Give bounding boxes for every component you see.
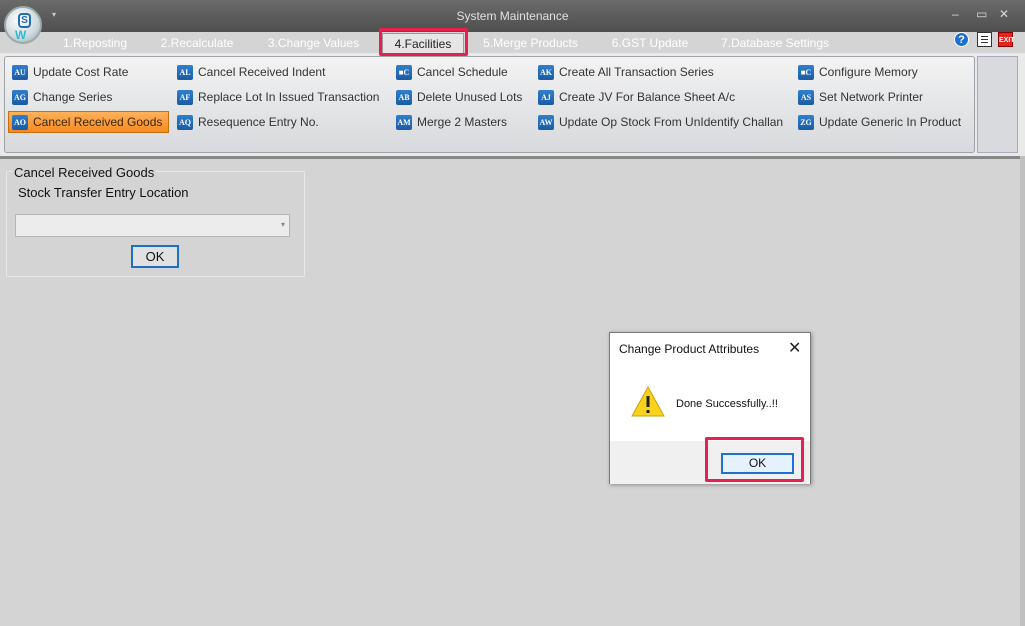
minimize-button[interactable]: – [952,7,959,21]
help-icon[interactable]: ? [954,32,969,47]
warning-icon [631,385,665,417]
stock-transfer-location-select[interactable]: ▾ [15,214,290,237]
replace-lot-icon: AF [177,89,193,105]
ribbon-divider [0,156,1025,159]
cancel-received-goods-icon: AO [12,114,28,130]
chevron-down-icon[interactable]: ▾ [281,220,285,229]
ribbon-item-label: Create All Transaction Series [559,65,714,79]
ribbon-item-label: Update Op Stock From UnIdentify Challan [559,115,784,129]
ribbon-item-label: Create JV For Balance Sheet A/c [559,90,736,104]
maximize-button[interactable]: ▭ [976,7,987,21]
ribbon-side-panel [977,56,1018,153]
tab-database-settings[interactable]: 7.Database Settings [713,33,837,53]
ribbon-item-label: Set Network Printer [819,90,924,104]
ribbon-item-configure-memory[interactable]: ■C Configure Memory [798,63,918,81]
ribbon-item-resequence-entry[interactable]: AQ Resequence Entry No. [177,113,319,131]
tab-reposting[interactable]: 1.Reposting [55,33,135,53]
ribbon-item-label: Delete Unused Lots [417,90,523,104]
ribbon-item-merge-2-masters[interactable]: AM Merge 2 Masters [396,113,507,131]
update-cost-rate-icon: AU [12,64,28,80]
dialog-ok-button[interactable]: OK [721,453,794,474]
dialog-close-button[interactable]: ✕ [788,338,801,358]
merge-masters-icon: AM [396,114,412,130]
panel-ok-button[interactable]: OK [131,245,179,268]
notes-icon[interactable] [977,32,992,47]
ribbon-item-create-jv[interactable]: AJ Create JV For Balance Sheet A/c [538,88,735,106]
delete-unused-lots-icon: AB [396,89,412,105]
network-printer-icon: AS [798,89,814,105]
create-transaction-series-icon: AK [538,64,554,80]
message-dialog: Change Product Attributes ✕ Done Success… [609,332,811,484]
ribbon-item-cancel-received-indent[interactable]: AL Cancel Received Indent [177,63,325,81]
resequence-entry-icon: AQ [177,114,193,130]
ribbon-item-update-cost-rate[interactable]: AU Update Cost Rate [12,63,128,81]
ribbon-item-set-network-printer[interactable]: AS Set Network Printer [798,88,923,106]
ribbon-item-change-series[interactable]: AG Change Series [12,88,112,106]
dialog-title: Change Product Attributes [619,342,760,356]
ribbon-item-label: Merge 2 Masters [417,115,508,129]
ribbon-item-create-all-transaction-series[interactable]: AK Create All Transaction Series [538,63,714,81]
ribbon-item-update-generic[interactable]: ZG Update Generic In Product [798,113,961,131]
cancel-received-indent-icon: AL [177,64,193,80]
ribbon-item-label: Cancel Received Goods [33,115,163,129]
configure-memory-icon: ■C [798,64,814,80]
dialog-message: Done Successfully..!! [676,398,778,410]
ribbon-item-cancel-received-goods[interactable]: AO Cancel Received Goods [8,111,170,133]
ribbon-item-label: Update Generic In Product [819,115,962,129]
ribbon-item-label: Cancel Schedule [417,65,508,79]
update-generic-icon: ZG [798,114,814,130]
ribbon-item-cancel-schedule[interactable]: ■C Cancel Schedule [396,63,508,81]
right-edge [1020,156,1025,626]
close-window-button[interactable]: ✕ [999,7,1009,21]
title-bar: System Maintenance ▾ – ▭ ✕ [0,0,1025,32]
tab-merge-products[interactable]: 5.Merge Products [475,33,586,53]
ribbon-item-label: Resequence Entry No. [198,115,319,129]
tab-change-values[interactable]: 3.Change Values [260,33,367,53]
ribbon-item-label: Configure Memory [819,65,918,79]
tab-gst-update[interactable]: 6.GST Update [604,33,696,53]
ribbon-item-label: Update Cost Rate [33,65,129,79]
app-logo-icon[interactable]: S W [4,6,42,44]
cancel-schedule-icon: ■C [396,64,412,80]
window-title: System Maintenance [456,9,569,23]
group-title: Cancel Received Goods [12,165,157,180]
ribbon-item-delete-unused-lots[interactable]: AB Delete Unused Lots [396,88,522,106]
quick-access-arrow-icon[interactable]: ▾ [52,10,56,19]
ribbon-item-label: Replace Lot In Issued Transaction [198,90,380,104]
ribbon-item-label: Cancel Received Indent [198,65,326,79]
exit-icon[interactable]: EXIT [998,32,1015,47]
dialog-footer: OK [610,441,810,484]
ribbon-item-update-op-stock[interactable]: AW Update Op Stock From UnIdentify Chall… [538,113,783,131]
tab-recalculate[interactable]: 2.Recalculate [152,33,242,53]
update-op-stock-icon: AW [538,114,554,130]
stock-transfer-location-label: Stock Transfer Entry Location [18,185,189,200]
tab-facilities[interactable]: 4.Facilities [382,33,464,53]
change-series-icon: AG [12,89,28,105]
ribbon-item-replace-lot[interactable]: AF Replace Lot In Issued Transaction [177,88,379,106]
ribbon-item-label: Change Series [33,90,113,104]
create-jv-icon: AJ [538,89,554,105]
